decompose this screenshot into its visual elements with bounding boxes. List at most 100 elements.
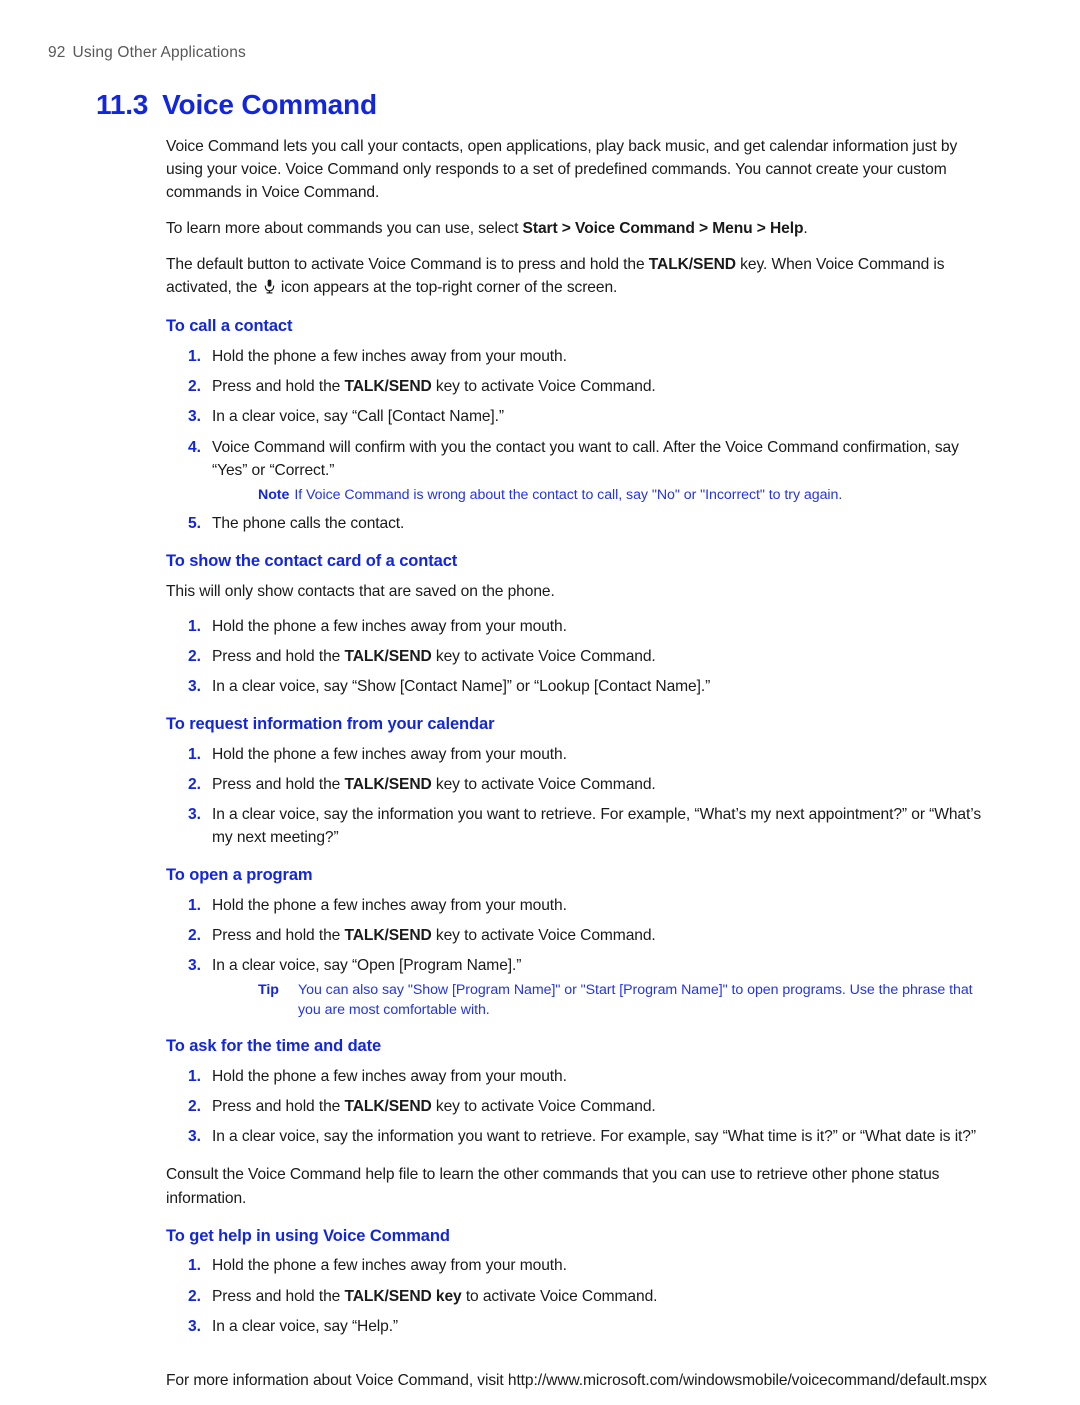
note-callout: Note If Voice Command is wrong about the … (258, 485, 990, 505)
section-heading-show-contact-card: To show the contact card of a contact (166, 551, 458, 570)
tip-label: Tip (258, 982, 279, 999)
step-text: Voice Command will confirm with you the … (212, 438, 959, 479)
steps-list-show-contact-card: 1. Hold the phone a few inches away from … (166, 615, 990, 698)
steps-list-open-a-program: 1. Hold the phone a few inches away from … (166, 894, 990, 1021)
tip-callout: Tip You can also say "Show [Program Name]… (258, 980, 990, 1020)
step-text: In a clear voice, say “Open [Program Nam… (212, 957, 522, 975)
section-heading-get-help: To get help in using Voice Command (166, 1226, 450, 1245)
step-marker: 2. (188, 378, 201, 396)
talk-send-bold: TALK/SEND (344, 378, 432, 396)
step-marker: 2. (188, 1287, 201, 1305)
step-item: 4. Voice Command will confirm with you th… (166, 436, 990, 505)
step-item: 2. Press and hold the TALK/SEND key to ac… (166, 375, 990, 398)
step-marker: 1. (188, 1068, 201, 1086)
step-marker: 1. (188, 348, 201, 366)
step-item: 1. Hold the phone a few inches away from … (166, 345, 990, 368)
step-marker: 1. (188, 617, 201, 635)
step-marker: 1. (188, 745, 201, 763)
step-item: 2. Press and hold the TALK/SEND key to ac… (166, 773, 990, 796)
step-marker: 2. (188, 926, 201, 944)
section-lead-text: This will only show contacts that are sa… (166, 582, 555, 600)
step-marker: 3. (188, 677, 201, 695)
step-text-post: to activate Voice Command. (461, 1287, 658, 1305)
step-text-pre: Press and hold the (212, 1098, 345, 1116)
step-text-post: key to activate Voice Command. (431, 775, 656, 793)
intro-paragraph-2: To learn more about commands you can use… (166, 217, 990, 240)
step-item: 3. In a clear voice, say “Show [Contact N… (166, 675, 990, 698)
step-text: In a clear voice, say “Call [Contact Nam… (212, 408, 504, 426)
step-marker: 3. (188, 1128, 201, 1146)
step-marker: 3. (188, 408, 201, 426)
step-item: 3. In a clear voice, say “Help.” (166, 1315, 990, 1338)
step-marker: 4. (188, 438, 201, 456)
section-heading-open-a-program: To open a program (166, 866, 313, 885)
step-marker: 1. (188, 1257, 201, 1275)
microphone-icon (264, 279, 275, 294)
intro-p3-a: The default button to activate Voice Com… (166, 256, 649, 274)
step-text: In a clear voice, say the information yo… (212, 805, 982, 847)
step-item: 1. Hold the phone a few inches away from … (166, 894, 990, 917)
step-item: 3. In a clear voice, say the information … (166, 803, 990, 849)
talk-send-bold: TALK/SEND (344, 775, 432, 793)
step-text: Hold the phone a few inches away from yo… (212, 745, 567, 763)
section-heading-ask-time-and-date: To ask for the time and date (166, 1037, 382, 1056)
step-item: 1. Hold the phone a few inches away from … (166, 615, 990, 638)
steps-list-request-calendar-info: 1. Hold the phone a few inches away from … (166, 743, 990, 849)
note-label: Note (258, 486, 290, 503)
step-item: 3. In a clear voice, say the information … (166, 1125, 990, 1148)
consult-paragraph: Consult the Voice Command help file to l… (166, 1166, 940, 1207)
document-page: 92 Using Other Applications 11.3 Voice Com… (0, 0, 1080, 1397)
step-text-pre: Press and hold the (212, 378, 345, 396)
step-item: 3. In a clear voice, say “Open [Program N… (166, 954, 990, 1020)
step-marker: 3. (188, 805, 201, 823)
talk-send-bold: TALK/SEND (648, 256, 736, 274)
step-marker: 3. (188, 1317, 201, 1335)
step-text: Hold the phone a few inches away from yo… (212, 1257, 567, 1275)
section-title-text: Voice Command (162, 89, 377, 120)
chapter-name: Using Other Applications (72, 44, 246, 61)
page-number: 92 (48, 44, 66, 61)
step-text-pre: Press and hold the (212, 926, 345, 944)
step-text: Hold the phone a few inches away from yo… (212, 348, 567, 366)
step-text-pre: Press and hold the (212, 647, 345, 665)
intro-p3-c: icon appears at the top-right corner of … (276, 279, 618, 297)
section-heading-call-a-contact: To call a contact (166, 317, 293, 336)
intro-p2-prefix: To learn more about commands you can use… (166, 220, 523, 238)
intro-paragraph-3: The default button to activate Voice Com… (166, 253, 990, 299)
step-item: 2. Press and hold the TALK/SEND key to ac… (166, 1095, 990, 1118)
step-text: Hold the phone a few inches away from yo… (212, 896, 567, 914)
intro-p2-suffix: . (803, 220, 808, 238)
step-marker: 2. (188, 647, 201, 665)
step-item: 1. Hold the phone a few inches away from … (166, 1254, 990, 1277)
talk-send-bold: TALK/SEND (344, 926, 432, 944)
step-marker: 3. (188, 957, 201, 975)
step-item: 1. Hold the phone a few inches away from … (166, 743, 990, 766)
talk-send-bold: TALK/SEND (344, 1098, 432, 1116)
step-item: 2. Press and hold the TALK/SEND key to ac… (166, 1285, 990, 1308)
step-text-post: key to activate Voice Command. (431, 926, 656, 944)
step-marker: 1. (188, 896, 201, 914)
tip-text: You can also say "Show [Program Name]" o… (298, 982, 973, 1019)
step-item: 1. Hold the phone a few inches away from … (166, 1065, 990, 1088)
step-text-post: key to activate Voice Command. (431, 1098, 656, 1116)
step-text: In a clear voice, say the information yo… (212, 1128, 976, 1146)
steps-list-ask-time-and-date: 1. Hold the phone a few inches away from … (166, 1065, 990, 1148)
talk-send-key-bold: TALK/SEND key (344, 1287, 462, 1305)
steps-list-call-a-contact: 1. Hold the phone a few inches away from … (166, 345, 990, 535)
final-paragraph: For more information about Voice Command… (166, 1371, 987, 1389)
intro-paragraph-1: Voice Command lets you call your contact… (166, 138, 958, 202)
step-text-post: key to activate Voice Command. (431, 378, 656, 396)
section-number: 11.3 (96, 89, 149, 120)
step-text: Hold the phone a few inches away from yo… (212, 617, 567, 635)
talk-send-bold: TALK/SEND (344, 647, 432, 665)
step-text: In a clear voice, say “Show [Contact Nam… (212, 677, 711, 695)
menu-path-bold: Start > Voice Command > Menu > Help (522, 220, 804, 238)
page-title: 11.3 Voice Command (96, 89, 377, 121)
step-item: 2. Press and hold the TALK/SEND key to ac… (166, 645, 990, 668)
running-header: 92 Using Other Applications (48, 44, 246, 62)
step-text: In a clear voice, say “Help.” (212, 1317, 399, 1335)
step-item: 5. The phone calls the contact. (166, 512, 990, 535)
step-text-post: key to activate Voice Command. (431, 647, 656, 665)
